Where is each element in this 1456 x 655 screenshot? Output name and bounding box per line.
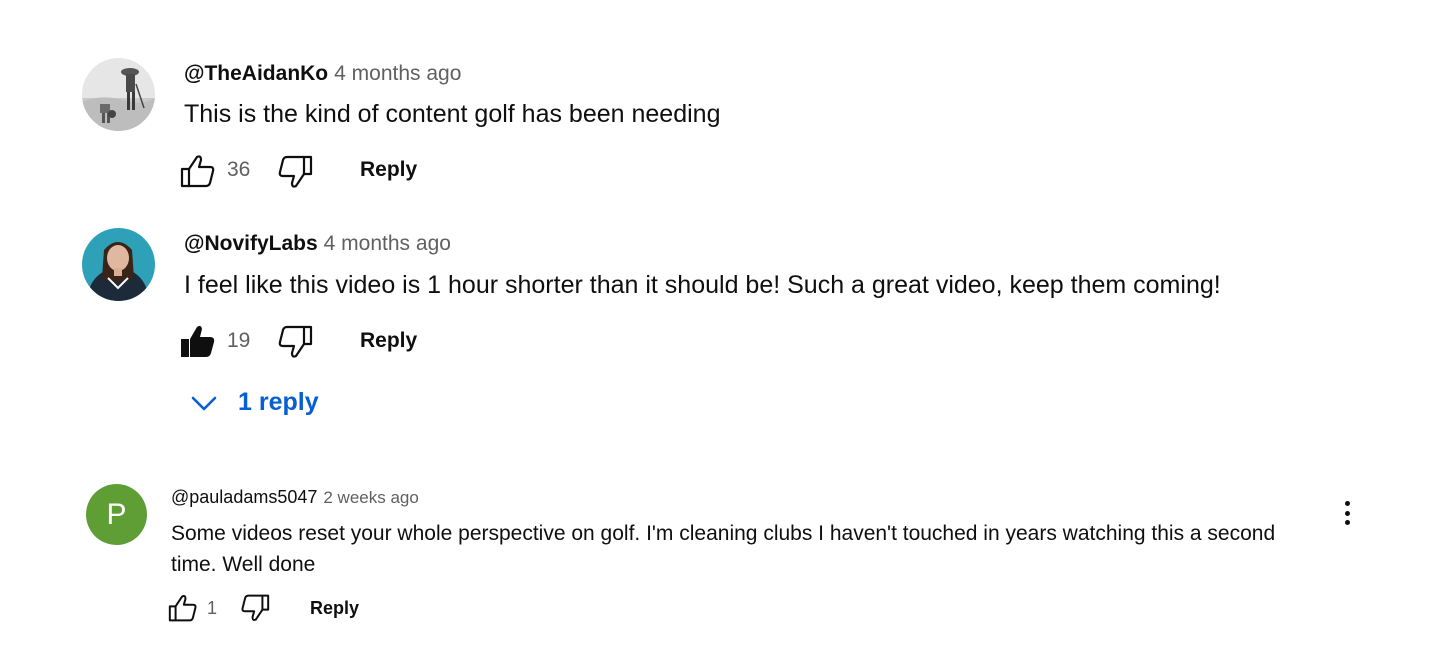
chevron-down-icon bbox=[191, 396, 217, 410]
comment-timestamp[interactable]: 4 months ago bbox=[324, 232, 451, 255]
author-name[interactable]: @TheAidanKo bbox=[184, 62, 328, 85]
thumbs-up-icon bbox=[180, 155, 215, 188]
like-button[interactable] bbox=[168, 594, 198, 622]
thumbs-up-icon bbox=[168, 595, 197, 622]
reply-button[interactable]: Reply bbox=[310, 598, 359, 619]
author-name[interactable]: @NovifyLabs bbox=[184, 232, 318, 255]
dislike-button[interactable] bbox=[240, 594, 270, 622]
more-actions-menu-icon[interactable] bbox=[1344, 501, 1350, 525]
comment-timestamp[interactable]: 2 weeks ago bbox=[323, 488, 418, 507]
author-name[interactable]: @pauladams5047 bbox=[171, 487, 317, 507]
comment-text: This is the kind of content golf has bee… bbox=[184, 100, 721, 128]
like-count: 1 bbox=[207, 598, 218, 618]
reply-button[interactable]: Reply bbox=[360, 158, 417, 182]
comment-header: @TheAidanKo 4 months ago bbox=[184, 62, 461, 86]
author-avatar[interactable] bbox=[82, 58, 155, 131]
comment-text: Some videos reset your whole perspective… bbox=[171, 522, 1276, 576]
comment-text: I feel like this video is 1 hour shorter… bbox=[184, 271, 1221, 299]
thumbs-up-filled-icon bbox=[181, 325, 215, 357]
thumbs-down-icon bbox=[278, 325, 313, 358]
author-avatar[interactable]: P bbox=[86, 484, 147, 545]
replies-count-label: 1 reply bbox=[238, 388, 319, 416]
like-button[interactable] bbox=[180, 154, 216, 188]
author-avatar[interactable] bbox=[82, 228, 155, 301]
reply-button[interactable]: Reply bbox=[360, 329, 417, 353]
view-replies-button[interactable]: 1 reply bbox=[190, 388, 319, 417]
thumbs-down-icon bbox=[241, 594, 270, 621]
like-count: 36 bbox=[227, 158, 251, 181]
like-count: 19 bbox=[227, 329, 251, 352]
thumbs-down-icon bbox=[278, 155, 313, 188]
comment-header: @pauladams5047 2 weeks ago bbox=[171, 487, 419, 508]
comment-header: @NovifyLabs 4 months ago bbox=[184, 232, 451, 256]
comment-timestamp[interactable]: 4 months ago bbox=[334, 62, 461, 85]
dislike-button[interactable] bbox=[277, 325, 313, 359]
like-button[interactable] bbox=[180, 324, 216, 358]
dislike-button[interactable] bbox=[277, 155, 313, 189]
avatar-letter: P bbox=[106, 497, 127, 531]
